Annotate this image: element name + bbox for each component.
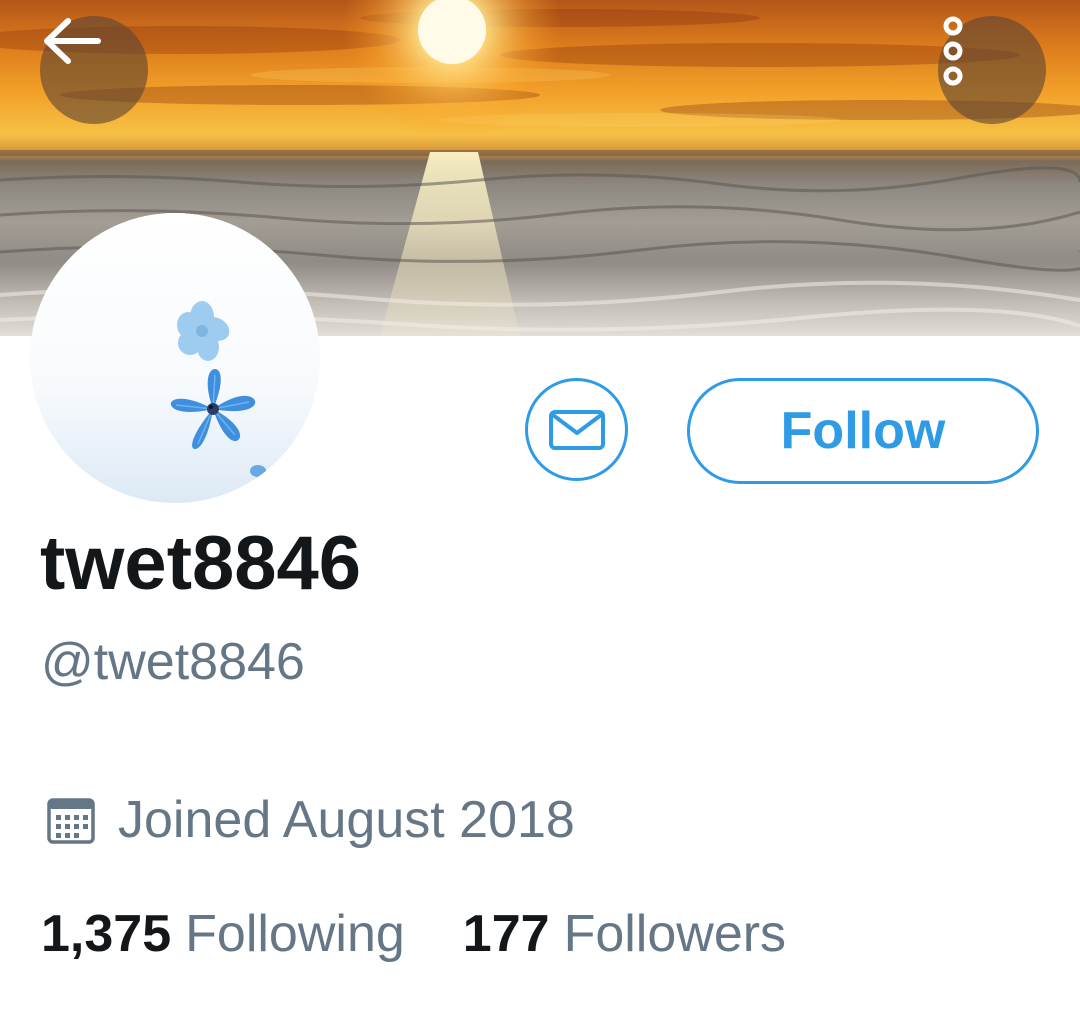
follow-button[interactable]: Follow (687, 378, 1039, 484)
following-label: Following (185, 905, 405, 963)
following-stat[interactable]: 1,375 Following (41, 902, 405, 966)
profile-stats: 1,375 Following 177 Followers (41, 902, 786, 966)
following-count: 1,375 (41, 905, 172, 963)
envelope-icon (548, 409, 605, 450)
followers-label: Followers (563, 905, 787, 963)
joined-date-text: Joined August 2018 (118, 791, 575, 849)
arrow-left-icon (44, 18, 101, 64)
follow-button-label: Follow (780, 402, 946, 460)
joined-date: Joined August 2018 (46, 788, 575, 852)
message-button[interactable] (525, 378, 628, 481)
more-vertical-icon (943, 16, 963, 86)
display-name: twet8846 (40, 521, 362, 606)
avatar-flower-image (30, 213, 320, 503)
back-button[interactable] (40, 16, 148, 124)
avatar[interactable] (30, 213, 320, 503)
followers-stat[interactable]: 177 Followers (463, 902, 786, 966)
user-handle: @twet8846 (41, 633, 305, 691)
more-options-button[interactable] (938, 16, 1046, 124)
followers-count: 177 (462, 905, 550, 963)
calendar-icon (47, 798, 95, 844)
